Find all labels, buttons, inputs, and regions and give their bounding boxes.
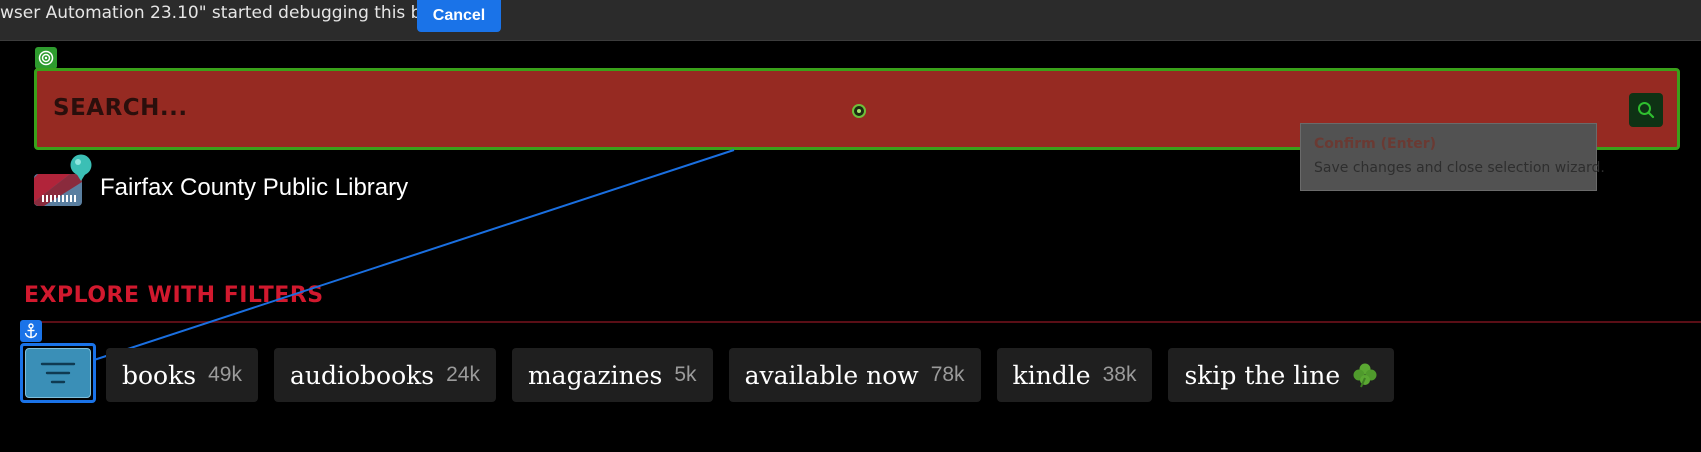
chip-label: magazines [527,360,663,390]
chip-count: 24k [446,363,480,386]
clover-icon [1353,363,1377,388]
tooltip-title: Confirm (Enter) [1314,136,1437,152]
confirm-tooltip: Confirm (Enter) Save changes and close s… [1300,123,1605,191]
chip-count: 78k [930,363,965,386]
section-divider [24,321,1701,323]
cancel-debugging-button[interactable]: Cancel [417,0,501,32]
library-logo [34,154,92,208]
chip-books[interactable]: books 49k [106,348,258,402]
chip-count: 38k [1102,363,1137,386]
debugging-banner: wser Automation 23.10" started debugging… [0,0,1701,41]
anchor-icon [20,320,42,342]
library-brand[interactable]: Fairfax County Public Library [34,154,409,208]
selection-center-dot [852,104,866,118]
chip-magazines[interactable]: magazines 5k [511,348,713,402]
chip-label: books [122,360,197,390]
search-button[interactable] [1629,93,1663,127]
chip-available-now[interactable]: available now 78k [728,348,981,402]
debugging-message: wser Automation 23.10" started debugging… [0,3,479,23]
explore-heading: EXPLORE WITH FILTERS [24,283,324,308]
filter-lines-icon [40,362,76,384]
library-name: Fairfax County Public Library [100,174,409,201]
chip-skip-the-line[interactable]: skip the line [1168,348,1395,402]
chip-label: available now [744,360,919,390]
tooltip-description: Save changes and close selection wizard. [1314,160,1605,176]
chip-label: skip the line [1184,360,1341,390]
search-icon [1638,102,1655,119]
target-marker-icon [35,47,57,69]
filter-chips: books 49k audiobooks 24k magazines 5k av… [106,348,1395,402]
chip-kindle[interactable]: kindle 38k [996,348,1153,402]
search-placeholder: SEARCH... [53,95,188,121]
selection-pin-icon [70,154,92,181]
chip-count: 49k [208,363,242,386]
chip-audiobooks[interactable]: audiobooks 24k [273,348,496,402]
chip-label: kindle [1012,360,1091,390]
chip-count: 5k [674,363,697,386]
chip-label: audiobooks [289,360,435,390]
filter-button[interactable] [25,348,91,398]
